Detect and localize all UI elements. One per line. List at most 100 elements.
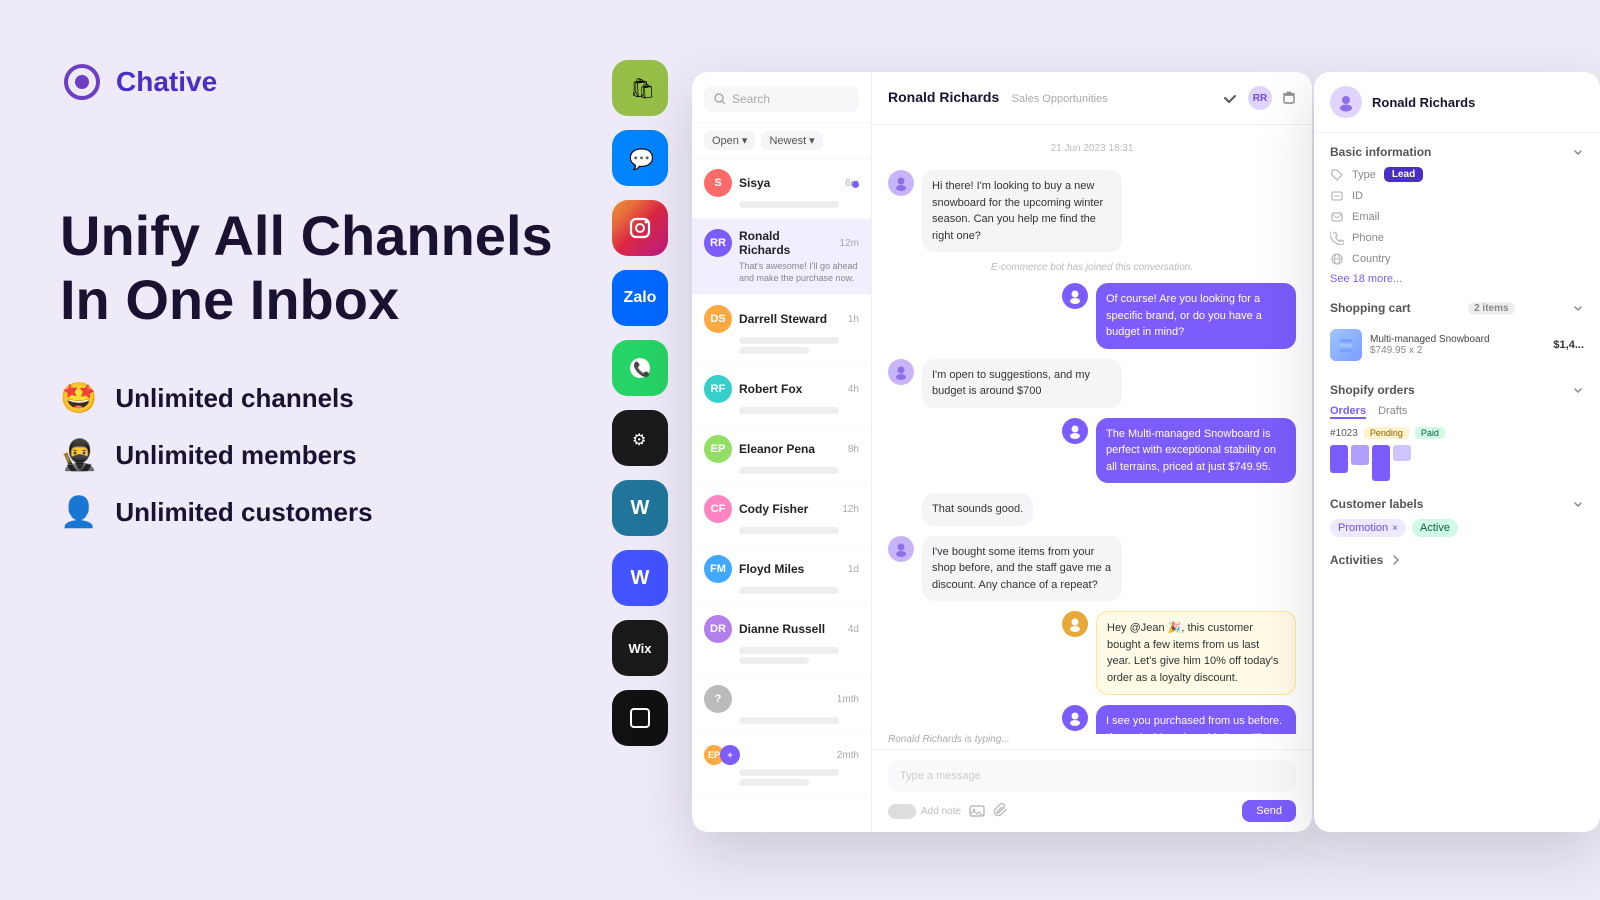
rp-field-email: Email xyxy=(1330,210,1584,224)
order-bar-1 xyxy=(1330,445,1348,473)
toggle-switch[interactable] xyxy=(888,804,916,819)
channel-squarespace[interactable] xyxy=(612,690,668,746)
rp-contact-name: Ronald Richards xyxy=(1372,95,1475,110)
cart-item-price: $749.95 x 2 xyxy=(1370,345,1545,356)
rp-cart-title: Shopping cart 2 items xyxy=(1330,301,1584,315)
conv-preview2-dianne xyxy=(739,657,809,664)
logo-area: Chative xyxy=(60,60,560,104)
channel-whatsapp[interactable]: 📞 xyxy=(612,340,668,396)
rp-activities-section: Activities xyxy=(1330,553,1584,567)
conv-item-dianne[interactable]: DR Dianne Russell 4d xyxy=(692,605,871,675)
conv-time-ronald: 12m xyxy=(840,238,859,249)
channel-messenger[interactable]: 💬 xyxy=(612,130,668,186)
lead-badge: Lead xyxy=(1384,167,1423,182)
search-box[interactable]: Search xyxy=(704,86,859,112)
rp-basic-info-title: Basic information xyxy=(1330,145,1584,159)
globe-icon xyxy=(1330,252,1344,266)
order-badge-paid: Paid xyxy=(1415,427,1445,439)
channel-wix[interactable]: Wix xyxy=(612,620,668,676)
chat-input-box[interactable]: Type a message xyxy=(888,760,1296,792)
tab-drafts[interactable]: Drafts xyxy=(1378,405,1407,419)
see-more-link[interactable]: See 18 more... xyxy=(1330,273,1584,285)
msg-bubble-3: I'm open to suggestions, and my budget i… xyxy=(922,359,1122,408)
label-tags: Promotion × Active xyxy=(1330,519,1584,537)
id-icon xyxy=(1330,189,1344,203)
conv-item-robert[interactable]: RF Robert Fox 4h xyxy=(692,365,871,425)
conv-name-robert: Robert Fox xyxy=(739,382,841,396)
conv-time-robert: 4h xyxy=(848,384,859,395)
rp-field-type: Type Lead xyxy=(1330,167,1584,182)
cart-item-snowboard: Multi-managed Snowboard $749.95 x 2 $1,4… xyxy=(1330,323,1584,367)
chat-input-area: Type a message Add note Send xyxy=(872,749,1312,832)
channel-shopify[interactable]: 🛍 xyxy=(612,60,668,116)
channel-instagram[interactable] xyxy=(612,200,668,256)
conv-item-darrell[interactable]: DS Darrell Steward 1h xyxy=(692,295,871,365)
order-item-1023: #1023 Pending Paid xyxy=(1330,427,1584,439)
feature-emoji-members: 🥷 xyxy=(60,438,97,473)
conv-preview-dianne xyxy=(739,647,839,654)
channel-icons-column: 🛍 💬 Zalo 📞 ⚙ W W Wix xyxy=(612,60,668,746)
header-avatar: RR xyxy=(1248,86,1272,110)
filter-newest[interactable]: Newest ▾ xyxy=(761,131,822,150)
msg-avatar-6 xyxy=(888,536,914,562)
conv-avatar-robert: RF xyxy=(704,375,732,403)
chevron-down-icon[interactable] xyxy=(1572,146,1584,158)
conv-item-cody[interactable]: CF Cody Fisher 12h xyxy=(692,485,871,545)
activities-label: Activities xyxy=(1330,553,1383,567)
conv-name-eleanor: Eleanor Pena xyxy=(739,442,841,456)
conv-preview-eleanor xyxy=(739,467,839,474)
check-icon[interactable] xyxy=(1222,90,1238,106)
cart-chevron-icon[interactable] xyxy=(1572,302,1584,314)
svg-text:💬: 💬 xyxy=(629,147,654,171)
conv-item-ronald[interactable]: RR Ronald Richards 12m That's awesome! I… xyxy=(692,219,871,295)
order-bars xyxy=(1330,445,1584,481)
conv-preview-unknown1 xyxy=(739,717,839,724)
conv-item-sisya[interactable]: S Sisya 6m xyxy=(692,159,871,219)
attachment-icon[interactable] xyxy=(993,803,1009,819)
rp-basic-info-section: Basic information Type Lead ID Email xyxy=(1330,145,1584,285)
msg-avatar-2 xyxy=(1062,283,1088,309)
chat-area: Ronald Richards Sales Opportunities RR 2… xyxy=(872,72,1312,832)
conv-avatar-sisya: S xyxy=(704,169,732,197)
unread-dot-sisya xyxy=(852,181,859,188)
channel-weebly[interactable]: W xyxy=(612,550,668,606)
channel-apple[interactable]: ⚙ xyxy=(612,410,668,466)
system-msg: E-commerce bot has joined this conversat… xyxy=(888,262,1296,273)
channel-wordpress[interactable]: W xyxy=(612,480,668,536)
image-icon[interactable] xyxy=(969,803,985,819)
trash-icon[interactable] xyxy=(1282,91,1296,105)
conversation-list: Search Open ▾ Newest ▾ S Sisya 6m xyxy=(692,72,872,832)
chat-header-info: Ronald Richards Sales Opportunities xyxy=(888,89,1108,107)
msg-row-1: Hi there! I'm looking to buy a new snowb… xyxy=(888,170,1296,252)
tab-orders[interactable]: Orders xyxy=(1330,405,1366,419)
conv-time-cody: 12h xyxy=(842,504,859,515)
conv-preview-unknown2 xyxy=(739,769,839,776)
rp-labels-title: Customer labels xyxy=(1330,497,1584,511)
filter-open[interactable]: Open ▾ xyxy=(704,131,755,150)
msg-bubble-4: The Multi-managed Snowboard is perfect w… xyxy=(1096,418,1296,484)
labels-chevron-icon[interactable] xyxy=(1572,498,1584,510)
conv-item-eleanor[interactable]: EP Eleanor Pena 8h xyxy=(692,425,871,485)
typing-indicator: Ronald Richards is typing... xyxy=(872,734,1312,749)
add-note-toggle[interactable]: Add note xyxy=(888,804,961,819)
channel-zalo[interactable]: Zalo xyxy=(612,270,668,326)
conv-avatar-ronald: RR xyxy=(704,229,732,257)
conv-preview2-darrell xyxy=(739,347,809,354)
conv-avatar-dianne: DR xyxy=(704,615,732,643)
conv-item-floyd[interactable]: FM Floyd Miles 1d xyxy=(692,545,871,605)
phone-icon xyxy=(1330,231,1344,245)
label-promotion-remove[interactable]: × xyxy=(1392,523,1398,534)
msg-row-2: Of course! Are you looking for a specifi… xyxy=(888,283,1296,349)
search-icon xyxy=(714,93,726,105)
send-button[interactable]: Send xyxy=(1242,800,1296,822)
conv-item-unknown2[interactable]: EP + 2mth xyxy=(692,735,871,797)
chative-logo-icon xyxy=(60,60,104,104)
msg-bubble-2: Of course! Are you looking for a specifi… xyxy=(1096,283,1296,349)
email-icon xyxy=(1330,210,1344,224)
conv-item-unknown1[interactable]: ? 1mth xyxy=(692,675,871,735)
order-bar-2 xyxy=(1351,445,1369,465)
feature-text-members: Unlimited members xyxy=(115,440,356,471)
msg-avatar-1 xyxy=(888,170,914,196)
orders-chevron-icon[interactable] xyxy=(1572,384,1584,396)
activities-chevron-icon[interactable] xyxy=(1389,553,1403,567)
